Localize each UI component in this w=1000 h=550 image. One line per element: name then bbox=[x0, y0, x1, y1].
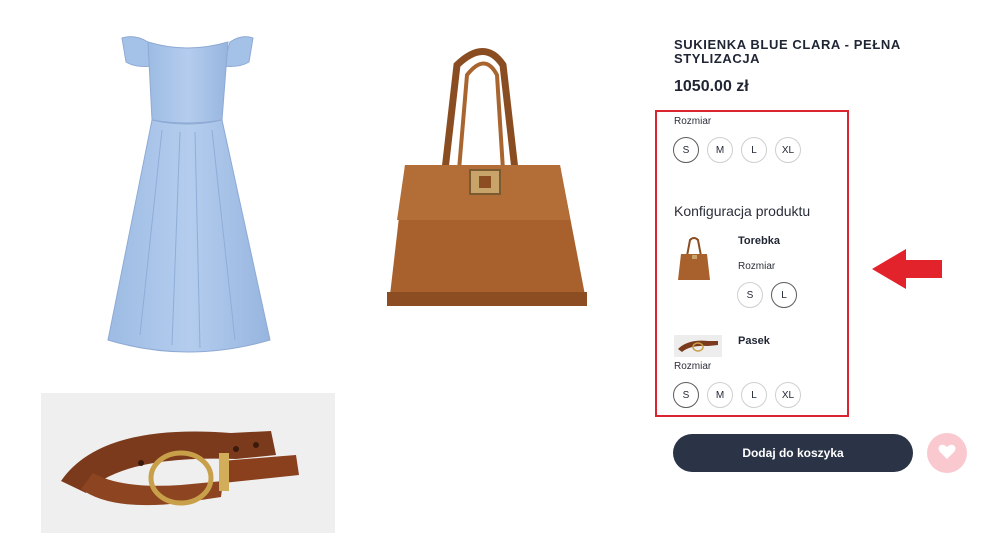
belt-title: Pasek bbox=[738, 335, 770, 347]
main-size-option-s[interactable]: S bbox=[673, 137, 699, 163]
main-size-label: Rozmiar bbox=[674, 116, 712, 127]
bag-title: Torebka bbox=[738, 235, 780, 247]
belt-size-option-l[interactable]: L bbox=[741, 382, 767, 408]
belt-size-label: Rozmiar bbox=[674, 361, 712, 372]
favorite-button[interactable] bbox=[927, 433, 967, 473]
add-to-cart-button[interactable]: Dodaj do koszyka bbox=[673, 434, 913, 472]
belt-image[interactable] bbox=[41, 393, 335, 533]
heart-icon bbox=[938, 444, 956, 463]
product-price: 1050.00 zł bbox=[674, 78, 749, 95]
bag-size-selector: S L bbox=[737, 282, 797, 308]
belt-size-option-m[interactable]: M bbox=[707, 382, 733, 408]
product-title: SUKIENKA BLUE CLARA - PEŁNA STYLIZACJA bbox=[674, 37, 901, 66]
bag-size-option-l[interactable]: L bbox=[771, 282, 797, 308]
belt-size-option-xl[interactable]: XL bbox=[775, 382, 801, 408]
main-size-option-m[interactable]: M bbox=[707, 137, 733, 163]
arrow-left-icon bbox=[870, 247, 944, 291]
bag-size-label: Rozmiar bbox=[738, 261, 776, 272]
configuration-title: Konfiguracja produktu bbox=[674, 203, 811, 219]
dress-image[interactable] bbox=[100, 30, 275, 365]
bag-thumbnail bbox=[676, 236, 712, 284]
main-size-option-l[interactable]: L bbox=[741, 137, 767, 163]
belt-thumbnail bbox=[674, 335, 722, 357]
belt-size-option-s[interactable]: S bbox=[673, 382, 699, 408]
bag-size-option-s[interactable]: S bbox=[737, 282, 763, 308]
bag-image[interactable] bbox=[375, 40, 590, 315]
belt-size-selector: S M L XL bbox=[673, 382, 801, 408]
main-size-option-xl[interactable]: XL bbox=[775, 137, 801, 163]
main-size-selector: S M L XL bbox=[673, 137, 801, 163]
